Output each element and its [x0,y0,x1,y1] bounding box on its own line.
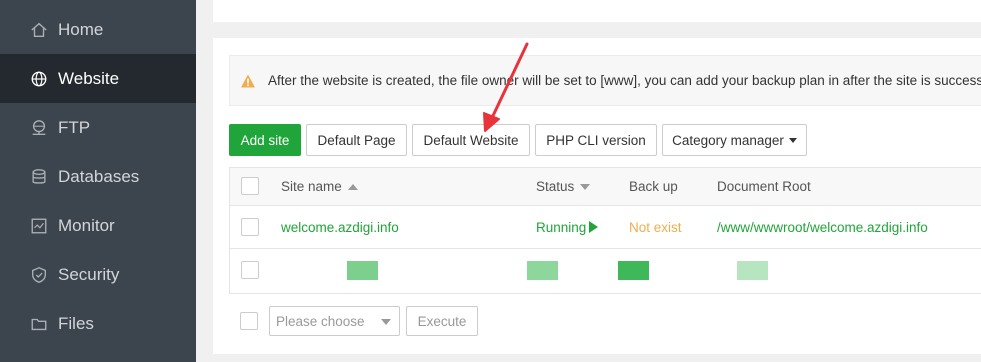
sort-ascending-icon [347,183,358,190]
site-list-panel: After the website is created, the file o… [213,38,981,354]
document-root-link[interactable]: /www/wwwroot/welcome.azdigi.info [717,206,928,248]
database-icon [28,166,50,188]
category-manager-dropdown[interactable]: Category manager [662,124,807,156]
column-label: Site name [281,179,342,194]
warning-icon [240,73,256,89]
select-all-checkbox[interactable] [241,177,259,195]
status-toggle[interactable]: Running [536,206,599,248]
folder-icon [28,313,50,335]
sidebar: Home Website FTP Databases Monitor Secur… [0,0,196,362]
obscured-text [235,0,435,6]
loading-placeholder [618,261,649,280]
default-page-button[interactable]: Default Page [306,124,407,156]
ftp-icon [28,117,50,139]
row-checkbox[interactable] [241,261,259,279]
chevron-down-icon [788,137,797,143]
sidebar-item-website[interactable]: Website [0,54,196,103]
content-area: After the website is created, the file o… [196,0,981,362]
batch-select-checkbox[interactable] [240,312,258,330]
monitor-icon [28,215,50,237]
table-row [230,249,981,293]
globe-icon [28,68,50,90]
site-table: Site name Status Back up Document Root w… [229,167,981,294]
sidebar-item-ftp[interactable]: FTP [0,103,196,152]
toolbar: Add site Default Page Default Website PH… [213,124,981,156]
batch-actions: Please choose Execute [229,306,981,336]
info-alert: After the website is created, the file o… [229,55,981,106]
home-icon [28,19,50,41]
loading-placeholder [527,261,558,280]
sidebar-item-label: Security [58,264,120,284]
add-site-button[interactable]: Add site [229,124,301,156]
sidebar-item-security[interactable]: Security [0,250,196,299]
column-label: Back up [629,179,678,194]
loading-placeholder [737,261,768,280]
sidebar-item-home[interactable]: Home [0,5,196,54]
column-document-root: Document Root [717,168,811,205]
column-backup: Back up [629,168,678,205]
table-header: Site name Status Back up Document Root [230,168,981,206]
sidebar-item-label: Monitor [58,215,115,235]
sidebar-item-label: FTP [58,117,91,137]
category-manager-label: Category manager [672,132,784,148]
sidebar-item-label: Files [58,313,94,333]
sidebar-item-label: Databases [58,166,140,186]
status-text: Running [536,219,587,235]
sort-descending-icon [580,183,591,190]
shield-icon [28,264,50,286]
column-status[interactable]: Status [536,168,591,205]
column-label: Document Root [717,179,811,194]
batch-action-select[interactable]: Please choose [269,306,400,336]
column-site-name[interactable]: Site name [281,168,358,205]
sidebar-item-files[interactable]: Files [0,299,196,348]
top-panel [213,0,981,22]
default-website-button[interactable]: Default Website [412,124,530,156]
select-placeholder: Please choose [276,313,365,329]
sidebar-item-label: Home [58,19,104,39]
row-checkbox[interactable] [241,218,259,236]
site-name-link[interactable]: welcome.azdigi.info [281,206,399,248]
loading-placeholder [347,261,378,280]
alert-text: After the website is created, the file o… [268,73,981,88]
backup-link[interactable]: Not exist [629,206,682,248]
column-label: Status [536,179,575,194]
play-icon [589,221,599,233]
table-row: welcome.azdigi.info Running Not exist /w… [230,206,981,249]
php-cli-version-button[interactable]: PHP CLI version [535,124,657,156]
sidebar-item-monitor[interactable]: Monitor [0,201,196,250]
chevron-down-icon [381,319,391,325]
execute-button[interactable]: Execute [406,306,478,336]
sidebar-item-label: Website [58,68,120,88]
sidebar-item-databases[interactable]: Databases [0,152,196,201]
